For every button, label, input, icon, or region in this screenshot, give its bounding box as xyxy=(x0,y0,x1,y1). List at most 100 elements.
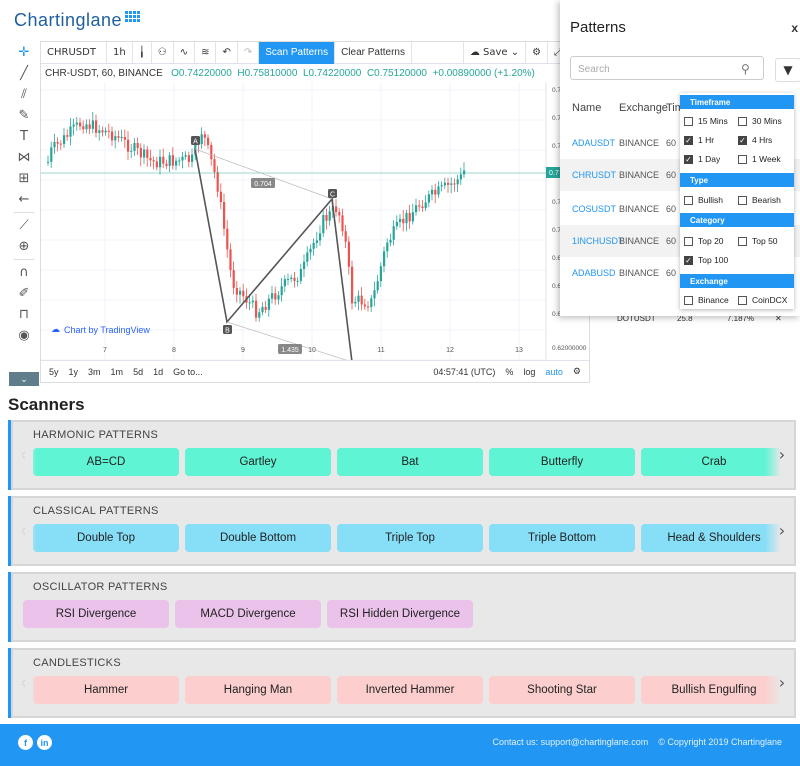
pattern-icon[interactable]: ⋈ xyxy=(12,147,36,168)
lock-draw-icon[interactable]: ✐ xyxy=(12,283,36,304)
checkbox-checked[interactable]: ✓ xyxy=(684,255,693,265)
goto-button[interactable]: Go to... xyxy=(168,367,208,377)
interval-button[interactable]: 1h xyxy=(107,41,133,64)
pattern-chip[interactable]: Double Top xyxy=(33,524,179,552)
search-input[interactable]: Search xyxy=(570,56,764,80)
checkbox[interactable] xyxy=(738,195,747,205)
facebook-icon[interactable]: f xyxy=(18,735,33,750)
magnet-icon[interactable]: ∩ xyxy=(12,262,36,283)
option-binance[interactable]: Binance xyxy=(684,295,729,305)
checkbox-checked[interactable]: ✓ xyxy=(684,135,693,145)
scan-patterns-button[interactable]: Scan Patterns xyxy=(259,41,336,64)
compare-icon[interactable]: ⚇ xyxy=(152,41,174,64)
pattern-chip[interactable]: Gartley xyxy=(185,448,331,476)
redo-icon[interactable]: ↷ xyxy=(238,41,260,64)
checkbox-checked[interactable]: ✓ xyxy=(684,154,693,164)
option-top20[interactable]: Top 20 xyxy=(684,236,724,246)
collapse-toolbar-icon[interactable]: ⌄ xyxy=(9,372,39,386)
candle-body xyxy=(200,134,203,145)
close-icon[interactable]: x xyxy=(791,21,798,35)
next-arrow-icon[interactable]: › xyxy=(776,672,788,692)
pattern-chip[interactable]: RSI Hidden Divergence xyxy=(327,600,473,628)
checkbox[interactable] xyxy=(738,236,747,246)
text-icon[interactable]: T xyxy=(12,126,36,147)
option-1w[interactable]: 1 Week xyxy=(738,154,781,164)
log-toggle[interactable]: log xyxy=(518,367,540,377)
crosshair-icon[interactable]: ✛ xyxy=(12,42,36,63)
app-logo[interactable]: Chartinglane xyxy=(14,10,141,31)
option-15m[interactable]: 15 Mins xyxy=(684,116,728,126)
row-symbol[interactable]: CHRUSDT xyxy=(572,170,616,180)
option-30m[interactable]: 30 Mins xyxy=(738,116,782,126)
next-arrow-icon[interactable]: › xyxy=(776,444,788,464)
row-symbol[interactable]: 1INCHUSDT xyxy=(572,236,624,246)
price-chart-canvas[interactable]: 0.70.70.70.70.70.70.60.60.60.62000000789… xyxy=(41,82,589,360)
range-5y[interactable]: 5y xyxy=(41,367,64,377)
row-symbol[interactable]: COSUSDT xyxy=(572,204,616,214)
range-3m[interactable]: 3m xyxy=(83,367,106,377)
trend-line-icon[interactable]: ╱ xyxy=(12,63,36,84)
pattern-chip[interactable]: MACD Divergence xyxy=(175,600,321,628)
brush-icon[interactable]: ✎ xyxy=(12,105,36,126)
back-arrow-icon[interactable]: ← xyxy=(12,189,36,210)
pattern-chip[interactable]: Crab xyxy=(641,448,781,476)
option-bullish[interactable]: Bullish xyxy=(684,195,723,205)
checkbox[interactable] xyxy=(738,116,747,126)
forecast-icon[interactable]: ⊞ xyxy=(12,168,36,189)
clear-patterns-button[interactable]: Clear Patterns xyxy=(335,41,412,64)
pattern-chip[interactable]: RSI Divergence xyxy=(23,600,169,628)
row-symbol[interactable]: ADAUSDT xyxy=(572,138,615,148)
checkbox[interactable] xyxy=(684,116,693,126)
fib-icon[interactable]: ⫽ xyxy=(12,84,36,105)
filter-icon[interactable]: ▼ xyxy=(775,58,800,82)
pattern-chip[interactable]: Bullish Engulfing xyxy=(641,676,781,704)
eye-icon[interactable]: ◉ xyxy=(12,325,36,346)
settings-icon[interactable]: ⚙ xyxy=(526,41,549,64)
range-1y[interactable]: 1y xyxy=(64,367,84,377)
row-symbol[interactable]: ADABUSD xyxy=(572,268,616,278)
range-1d[interactable]: 1d xyxy=(148,367,168,377)
checkbox[interactable] xyxy=(684,236,693,246)
auto-toggle[interactable]: auto xyxy=(540,367,568,377)
tradingview-logo[interactable]: ☁ Chart by TradingView xyxy=(51,324,150,335)
lock-icon[interactable]: ⊓ xyxy=(12,304,36,325)
symbol-search[interactable]: CHRUSDT xyxy=(41,41,107,64)
option-bearish[interactable]: Bearish xyxy=(738,195,781,205)
checkbox[interactable] xyxy=(684,195,693,205)
pattern-chip[interactable]: Triple Bottom xyxy=(489,524,635,552)
pattern-chip[interactable]: Inverted Hammer xyxy=(337,676,483,704)
range-1m[interactable]: 1m xyxy=(106,367,129,377)
pattern-chip[interactable]: Triple Top xyxy=(337,524,483,552)
checkbox-checked[interactable]: ✓ xyxy=(738,135,747,145)
option-top100[interactable]: ✓ Top 100 xyxy=(684,255,728,265)
linkedin-icon[interactable]: in xyxy=(37,735,52,750)
checkbox[interactable] xyxy=(738,295,747,305)
pattern-chip[interactable]: Butterfly xyxy=(489,448,635,476)
save-button[interactable]: ☁ Save ⌄ xyxy=(462,41,527,64)
option-top50[interactable]: Top 50 xyxy=(738,236,778,246)
next-arrow-icon[interactable]: › xyxy=(776,520,788,540)
option-4h[interactable]: ✓ 4 Hrs xyxy=(738,135,772,145)
range-5d[interactable]: 5d xyxy=(128,367,148,377)
pattern-chip[interactable]: Hanging Man xyxy=(185,676,331,704)
contact-link[interactable]: Contact us: support@chartinglane.com xyxy=(493,737,649,747)
option-1h[interactable]: ✓ 1 Hr xyxy=(684,135,714,145)
pattern-chip[interactable]: Shooting Star xyxy=(489,676,635,704)
checkbox[interactable] xyxy=(684,295,693,305)
ruler-icon[interactable]: ⟋ xyxy=(12,215,36,236)
pattern-chip[interactable]: Double Bottom xyxy=(185,524,331,552)
pattern-chip[interactable]: Bat xyxy=(337,448,483,476)
option-coindcx[interactable]: CoinDCX xyxy=(738,295,787,305)
templates-icon[interactable]: ≋ xyxy=(195,41,217,64)
option-1d[interactable]: ✓ 1 Day xyxy=(684,154,720,164)
undo-icon[interactable]: ↶ xyxy=(216,41,238,64)
pattern-chip[interactable]: AB=CD xyxy=(33,448,179,476)
zoom-icon[interactable]: ⊕ xyxy=(12,236,36,257)
checkbox[interactable] xyxy=(738,154,747,164)
candle-style-icon[interactable]: ╽ xyxy=(133,41,152,64)
pattern-chip[interactable]: Hammer xyxy=(33,676,179,704)
percent-toggle[interactable]: % xyxy=(500,367,518,377)
pattern-chip[interactable]: Head & Shoulders xyxy=(641,524,781,552)
chart-settings-icon[interactable]: ⚙ xyxy=(568,366,589,377)
indicators-icon[interactable]: ∿ xyxy=(174,41,196,64)
